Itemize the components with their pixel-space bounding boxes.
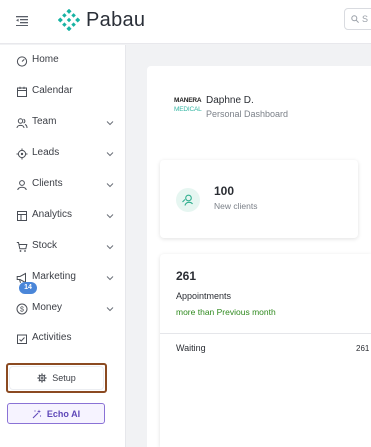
top-header: Pabau S: [0, 0, 371, 44]
setup-label: Setup: [52, 373, 76, 383]
sidebar-item-label: Leads: [32, 147, 60, 158]
sidebar-item-calendar[interactable]: Calendar: [0, 80, 126, 104]
pabau-logo[interactable]: Pabau: [58, 9, 145, 31]
user-icon: [17, 180, 27, 191]
user-name: Daphne D.: [206, 95, 254, 106]
sidebar-item-label: Activities: [32, 332, 72, 343]
new-clients-label: New clients: [214, 201, 258, 211]
search-input[interactable]: S: [344, 8, 371, 30]
cart-icon: [16, 242, 28, 252]
gear-icon: [37, 373, 47, 383]
home-icon: [16, 56, 28, 67]
sidebar-item-label: Marketing: [32, 271, 76, 282]
chevron-down-icon: [106, 183, 114, 188]
sidebar-item-label: Stock: [32, 240, 58, 251]
clinic-logo: MANERA MEDICAL: [174, 97, 202, 113]
echo-ai-button[interactable]: Echo AI: [7, 403, 105, 424]
svg-text:$: $: [20, 307, 24, 314]
waiting-value: 261: [356, 344, 370, 353]
sidebar-item-leads[interactable]: Leads: [0, 142, 126, 166]
sidebar-item-label: Money: [32, 302, 63, 313]
search-placeholder: S: [362, 14, 369, 24]
chevron-down-icon: [106, 307, 114, 312]
sidebar-item-label: Calendar: [32, 85, 73, 96]
appointments-divider: [160, 333, 371, 334]
new-clients-value: 100: [214, 184, 235, 198]
brand-name: Pabau: [86, 8, 146, 31]
chevron-down-icon: [106, 245, 114, 250]
sidebar-item-analytics[interactable]: Analytics: [0, 204, 126, 228]
appointments-label: Appointments: [176, 291, 232, 301]
activities-count-badge: 14: [19, 282, 37, 294]
sidebar-item-home[interactable]: Home: [0, 49, 126, 73]
sidebar-item-label: Team: [32, 116, 57, 127]
team-icon: [16, 118, 28, 129]
sidebar-item-money[interactable]: $ Money: [0, 297, 126, 321]
dashboard-subtitle: Personal Dashboard: [206, 109, 289, 119]
sidebar-item-stock[interactable]: Stock: [0, 235, 126, 259]
sidebar-item-clients[interactable]: Clients: [0, 173, 126, 197]
chevron-down-icon: [106, 214, 114, 219]
setup-button[interactable]: Setup: [10, 367, 103, 389]
analytics-icon: [17, 211, 27, 221]
calendar-icon: [17, 86, 27, 97]
chevron-down-icon: [106, 121, 114, 126]
waiting-label: Waiting: [176, 343, 206, 353]
chevron-down-icon: [106, 152, 114, 157]
menu-collapse-icon[interactable]: [16, 16, 28, 26]
sidebar-item-label: Home: [32, 54, 59, 65]
pabau-logo-mark-icon: [58, 9, 80, 31]
sidebar-item-label: Analytics: [32, 209, 73, 220]
sidebar-item-team[interactable]: Team: [0, 111, 126, 135]
echo-ai-label: Echo AI: [46, 408, 81, 419]
sidebar-item-label: Clients: [32, 178, 63, 189]
appointments-trend: more than Previous month: [176, 307, 276, 317]
sparkle-icon: [32, 409, 42, 418]
search-icon: [351, 15, 359, 23]
sidebar-item-activities[interactable]: Activities: [0, 327, 126, 351]
new-clients-icon: [176, 188, 200, 212]
activities-icon: [17, 334, 27, 344]
leads-icon: [16, 148, 28, 160]
chevron-down-icon: [106, 276, 114, 281]
dollar-icon: $: [16, 303, 28, 315]
appointments-value: 261: [176, 269, 197, 283]
